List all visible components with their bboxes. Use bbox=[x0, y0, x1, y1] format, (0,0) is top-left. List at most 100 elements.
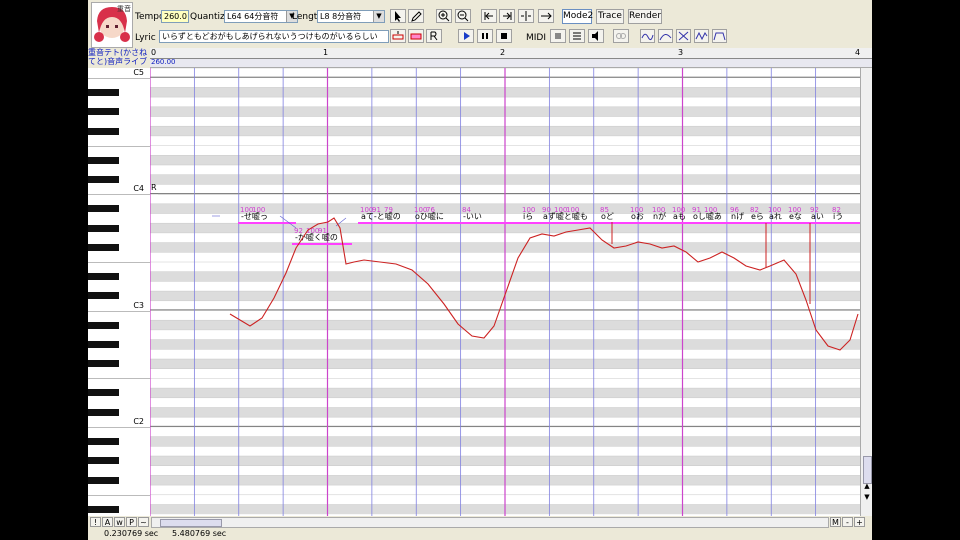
pencil-tool-button[interactable] bbox=[408, 9, 424, 23]
note-bar bbox=[748, 222, 766, 224]
note-bar bbox=[412, 222, 462, 224]
quantize-select[interactable]: L64 64分音符 ▼ bbox=[224, 10, 298, 23]
quantize-value: L64 64分音符 bbox=[227, 12, 279, 21]
zoom-plus-button[interactable]: + bbox=[854, 517, 865, 527]
note-value: 92 bbox=[294, 227, 303, 235]
arrow-left-bar-icon bbox=[484, 12, 493, 20]
a-button[interactable]: A bbox=[102, 517, 113, 527]
black-key[interactable] bbox=[88, 340, 119, 348]
note-bar bbox=[460, 222, 520, 224]
note-bar bbox=[808, 222, 830, 224]
scroll-up-arrow[interactable]: ▲ bbox=[862, 482, 872, 492]
black-key[interactable] bbox=[88, 88, 119, 96]
black-key[interactable] bbox=[88, 389, 119, 397]
link-button[interactable] bbox=[613, 29, 629, 43]
ruler-measure-3: 3 bbox=[678, 48, 684, 57]
note-value: 96 bbox=[730, 206, 739, 214]
note-bar bbox=[690, 222, 728, 224]
pause-button[interactable] bbox=[477, 29, 493, 43]
tempo-track[interactable]: 260.00 bbox=[150, 58, 872, 68]
time-right: 5.480769 sec bbox=[172, 529, 227, 538]
note-block-button[interactable] bbox=[408, 29, 424, 43]
w-button[interactable]: w bbox=[114, 517, 125, 527]
black-key[interactable] bbox=[88, 360, 119, 368]
length-select[interactable]: L8 8分音符 ▼ bbox=[317, 10, 385, 23]
lyric-input[interactable]: いらずともどおがもしあげられないうつけものがいるらしい bbox=[159, 30, 389, 43]
zoom-in-icon bbox=[438, 10, 450, 22]
note-value: 91 bbox=[692, 206, 701, 214]
note-bar bbox=[358, 222, 413, 224]
note-value: 100 bbox=[672, 206, 685, 214]
hscroll-thumb[interactable] bbox=[160, 519, 222, 527]
render-button[interactable]: Render bbox=[628, 9, 662, 24]
piano-keyboard[interactable]: C5 C4 C3 C2 bbox=[88, 68, 150, 516]
track-name-line1: 重音テト(かさね bbox=[88, 48, 148, 57]
stop-button[interactable] bbox=[496, 29, 512, 43]
mode2-button[interactable]: Mode2 bbox=[562, 9, 593, 24]
black-key[interactable] bbox=[88, 505, 119, 513]
rest-tool-button[interactable] bbox=[426, 29, 442, 43]
stop-icon bbox=[501, 33, 507, 39]
black-key[interactable] bbox=[88, 437, 119, 445]
scrollbar-thumb[interactable] bbox=[863, 456, 872, 484]
note-value: 100 bbox=[566, 206, 579, 214]
note-value: 100 bbox=[252, 206, 265, 214]
black-key[interactable] bbox=[88, 321, 119, 329]
volume-button[interactable] bbox=[588, 29, 604, 43]
black-key[interactable] bbox=[88, 127, 119, 135]
goto-end-button[interactable] bbox=[499, 9, 515, 23]
insert-note-button[interactable] bbox=[390, 29, 406, 43]
join-note-button[interactable] bbox=[538, 9, 554, 23]
excl-button[interactable]: ! bbox=[90, 517, 101, 527]
pitch-tool-button-2[interactable] bbox=[658, 29, 673, 43]
split-note-button[interactable] bbox=[518, 9, 534, 23]
black-key[interactable] bbox=[88, 108, 119, 116]
trace-button[interactable]: Trace bbox=[596, 9, 624, 24]
pitch-tool-button-3[interactable] bbox=[676, 29, 691, 43]
note-value: 84 bbox=[462, 206, 471, 214]
black-key[interactable] bbox=[88, 292, 119, 300]
pitch-tool-button-5[interactable] bbox=[712, 29, 727, 43]
piano-roll-canvas[interactable]: R-せ嘘っ100100-か嘘く嘘の92 10091aて-と嘘の10091 79oひ嘘… bbox=[150, 68, 860, 516]
black-key[interactable] bbox=[88, 156, 119, 164]
play-button[interactable] bbox=[458, 29, 474, 43]
note-value: 100 bbox=[522, 206, 535, 214]
goto-start-button[interactable] bbox=[481, 9, 497, 23]
note-value: 91 bbox=[318, 227, 327, 235]
measure-ruler[interactable]: 0 1 2 3 4 bbox=[150, 48, 872, 59]
pause-icon bbox=[482, 33, 488, 39]
black-key[interactable] bbox=[88, 224, 119, 232]
black-key[interactable] bbox=[88, 243, 119, 251]
black-key[interactable] bbox=[88, 273, 119, 280]
midi-record-button[interactable] bbox=[550, 29, 566, 43]
horizontal-scrollbar[interactable] bbox=[151, 517, 829, 528]
piano-roll[interactable]: R -せ嘘っ 100 100 -か嘘く嘘の 92 100 91 aて-と嘘の 100 91 79 oひ嘘… bbox=[150, 68, 860, 516]
avatar[interactable]: 重音 bbox=[91, 2, 133, 48]
zoom-in-button[interactable] bbox=[436, 9, 452, 23]
pitch-tool-button-4[interactable] bbox=[694, 29, 709, 43]
wave-icon bbox=[641, 33, 654, 41]
black-key[interactable] bbox=[88, 476, 119, 484]
p-button[interactable]: P bbox=[126, 517, 137, 527]
black-key[interactable] bbox=[88, 408, 119, 416]
zoom-out-button[interactable] bbox=[455, 9, 471, 23]
zoom-minus-button[interactable]: - bbox=[842, 517, 853, 527]
rest-marker: R bbox=[151, 183, 157, 192]
utau-editor-window: 重音 Tempo 260.0 Quantize L64 64分音符 ▼ Leng… bbox=[88, 0, 872, 540]
note-bar bbox=[830, 222, 860, 224]
speaker-icon bbox=[592, 31, 598, 41]
tempo-input[interactable]: 260.0 bbox=[161, 10, 189, 23]
midi-options-button[interactable] bbox=[569, 29, 585, 43]
m-button[interactable]: M bbox=[830, 517, 841, 527]
black-key[interactable] bbox=[88, 457, 119, 465]
scroll-down-arrow[interactable]: ▼ bbox=[862, 493, 872, 503]
black-key[interactable] bbox=[88, 205, 119, 213]
track-name-line2: てと)音声ライブ bbox=[88, 57, 148, 66]
black-key[interactable] bbox=[88, 176, 119, 183]
key-divider bbox=[88, 310, 150, 312]
ruler-origin: 0 bbox=[151, 48, 157, 57]
vertical-scrollbar[interactable]: ▲ ▼ bbox=[860, 68, 872, 516]
pitch-tool-button-1[interactable] bbox=[640, 29, 655, 43]
tilde-button[interactable]: ~ bbox=[138, 517, 149, 527]
arrow-tool-button[interactable] bbox=[390, 9, 406, 23]
